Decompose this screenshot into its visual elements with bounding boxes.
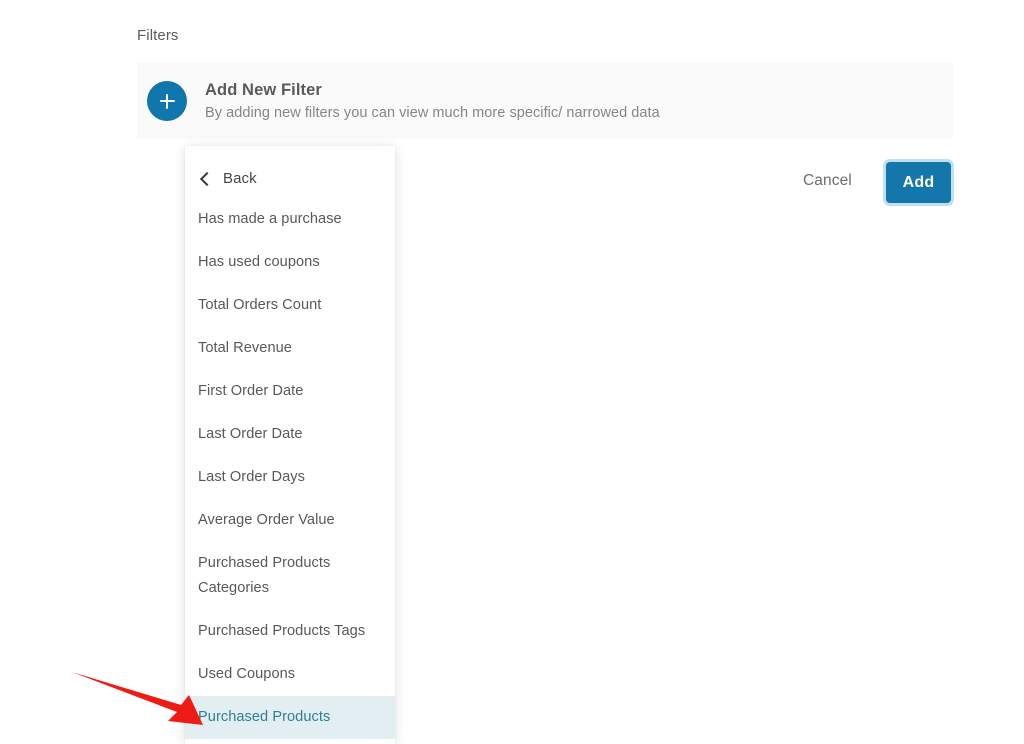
filter-option-item[interactable]: Last Order Days — [185, 456, 395, 499]
add-button[interactable]: Add — [886, 162, 951, 203]
banner-text-group: Add New Filter By adding new filters you… — [205, 81, 660, 121]
plus-icon[interactable] — [147, 81, 187, 121]
filter-option-item[interactable]: Total Revenue — [185, 327, 395, 370]
back-button[interactable]: Back — [185, 146, 395, 187]
filter-option-item[interactable]: Last Order Date — [185, 413, 395, 456]
filter-option-item[interactable]: Purchased Products — [185, 696, 395, 739]
filter-option-list: Has made a purchase Has used coupons Total… — [185, 198, 395, 739]
filter-option-item[interactable]: Has made a purchase — [185, 198, 395, 241]
banner-subtitle: By adding new filters you can view much … — [205, 105, 660, 121]
filter-option-item[interactable]: Purchased Products Tags — [185, 610, 395, 653]
cancel-button[interactable]: Cancel — [803, 172, 852, 190]
filter-option-item[interactable]: Total Orders Count — [185, 284, 395, 327]
filter-option-item[interactable]: First Order Date — [185, 370, 395, 413]
back-button-label: Back — [223, 170, 257, 187]
filter-type-dropdown: Back Has made a purchase Has used coupons… — [185, 146, 395, 744]
filter-option-item[interactable]: Has used coupons — [185, 241, 395, 284]
add-new-filter-banner[interactable]: Add New Filter By adding new filters you… — [137, 63, 953, 139]
chevron-left-icon — [198, 172, 212, 186]
filter-option-item[interactable]: Purchased Products Categories — [185, 542, 395, 610]
banner-title: Add New Filter — [205, 81, 322, 99]
filter-option-item[interactable]: Average Order Value — [185, 499, 395, 542]
filter-option-item[interactable]: Used Coupons — [185, 653, 395, 696]
page-title: Filters — [137, 27, 179, 44]
